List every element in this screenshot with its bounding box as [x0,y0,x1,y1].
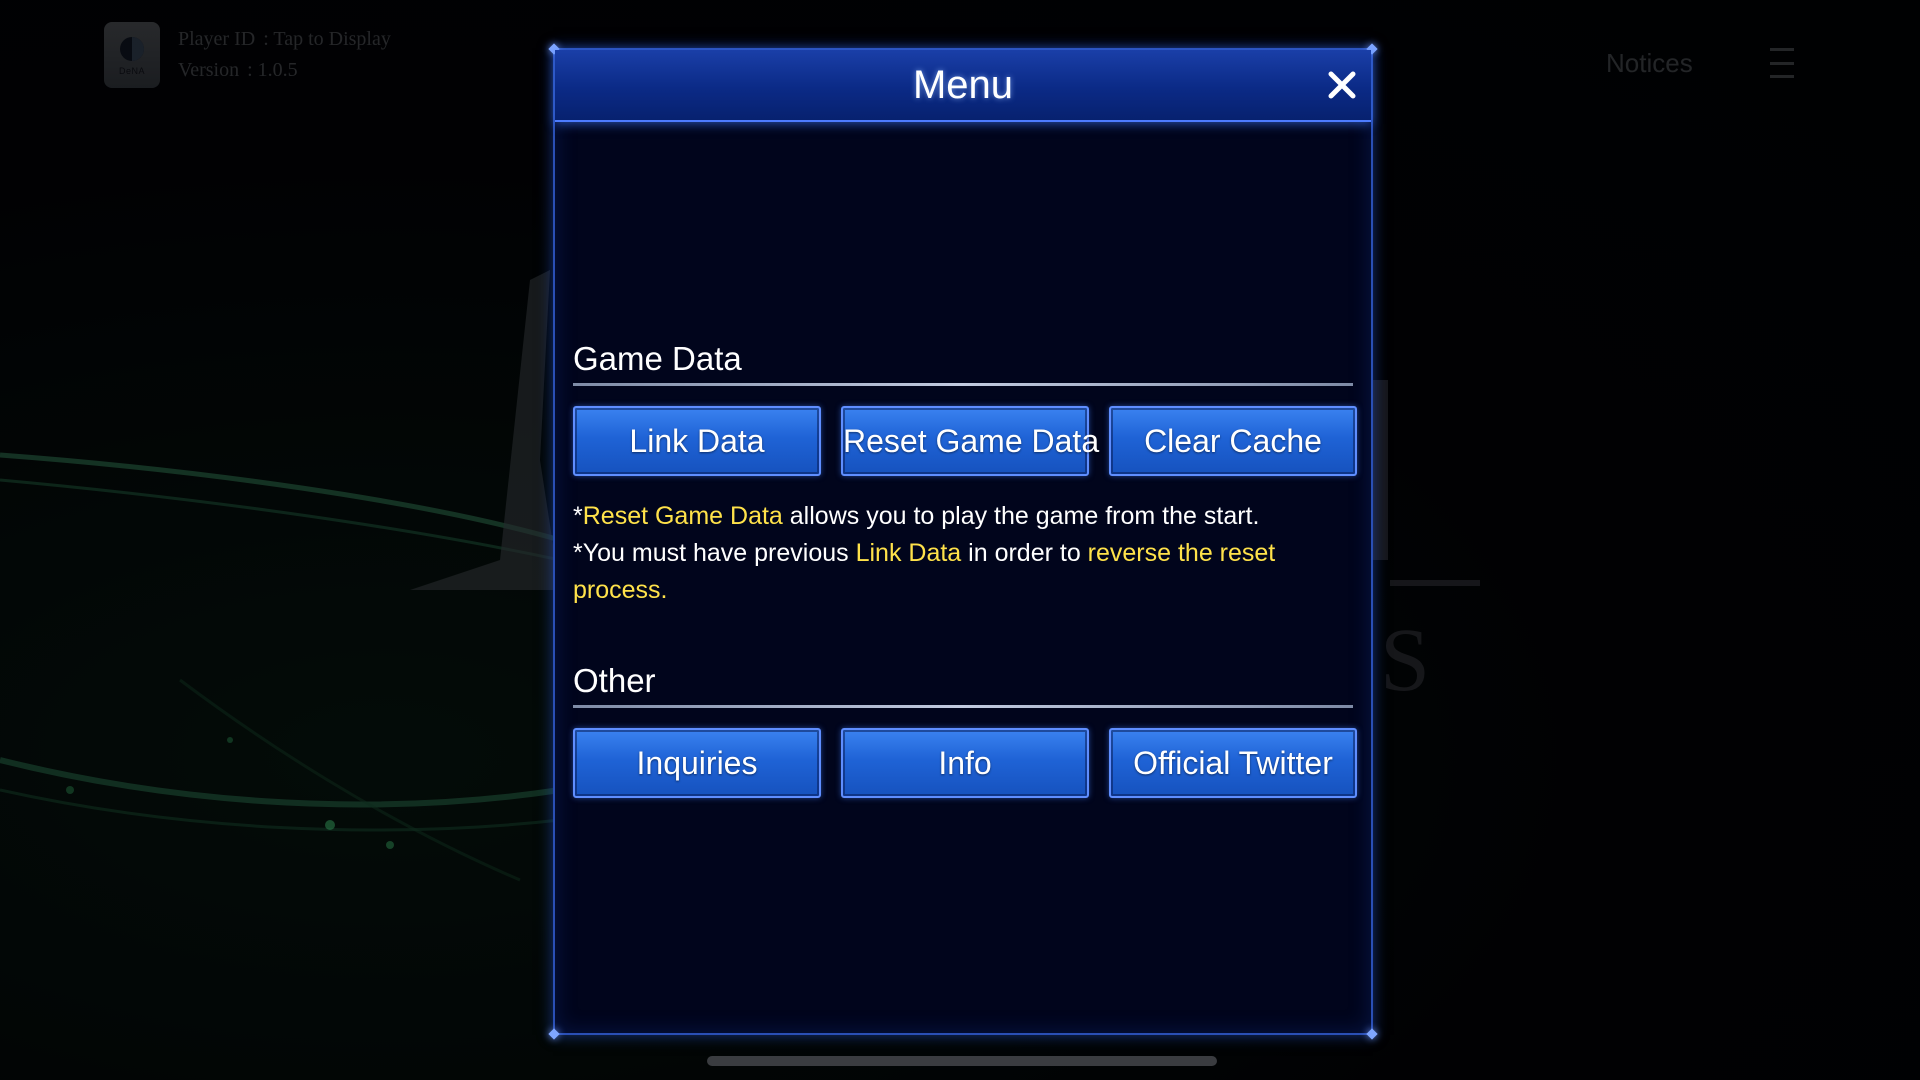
note-highlight-link: Link Data [855,539,962,567]
reset-game-data-button[interactable]: Reset Game Data [841,406,1099,476]
inquiries-button[interactable]: Inquiries [573,728,821,798]
section-title-game-data: Game Data [573,340,742,377]
section-title-other: Other [573,662,656,699]
section-divider [573,705,1353,708]
close-icon[interactable] [1325,68,1359,102]
section-divider [573,383,1353,386]
menu-dialog: Menu Game Data Link Data Reset Game Data… [548,43,1378,1040]
clear-cache-button[interactable]: Clear Cache [1109,406,1357,476]
note-highlight-reset: Reset Game Data [582,502,783,530]
reset-notes: *Reset Game Data allows you to play the … [573,498,1353,609]
dialog-title: Menu [912,63,1014,107]
info-button[interactable]: Info [841,728,1089,798]
note-line-1: *Reset Game Data allows you to play the … [573,502,1260,530]
note-line-2: *You must have previous Link Data in ord… [573,539,1276,604]
home-indicator[interactable] [707,1056,1217,1066]
official-twitter-button[interactable]: Official Twitter [1109,728,1357,798]
link-data-button[interactable]: Link Data [573,406,821,476]
game-screen: S DeNA Player ID: Tap to Display Version… [0,0,1920,1080]
